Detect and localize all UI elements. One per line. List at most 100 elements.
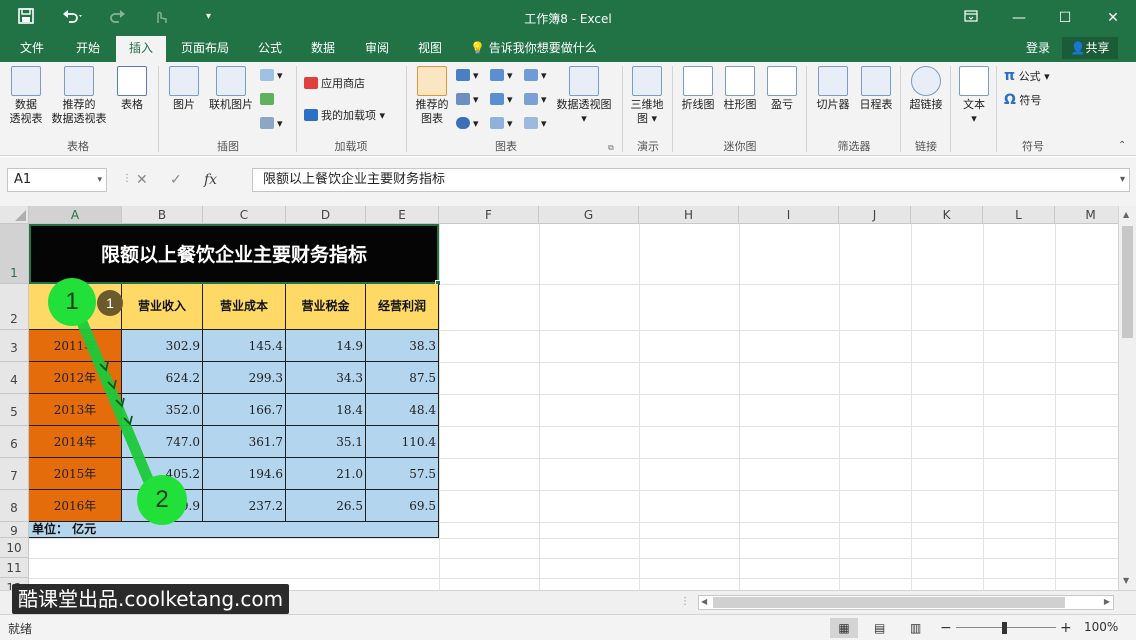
maximize-button[interactable]: ☐ xyxy=(1050,6,1080,30)
timeline-icon xyxy=(861,66,891,96)
store-label: 应用商店 xyxy=(321,77,365,90)
tab-file[interactable]: 文件 xyxy=(8,36,56,62)
vertical-scrollbar[interactable]: ▲ ▼ xyxy=(1118,206,1136,590)
scroll-right-icon[interactable]: ▶ xyxy=(1104,597,1110,606)
ribbon-insert: 数据 透视表 推荐的 数据透视表 表格 表格 图片 联机图片 ▾ ▾ 插图 应用… xyxy=(0,62,1136,156)
minimize-button[interactable]: — xyxy=(1004,6,1034,30)
pictures-label: 图片 xyxy=(173,98,195,111)
slicer-label: 切片器 xyxy=(816,98,850,111)
combo-chart-button[interactable]: ▾ xyxy=(524,92,547,108)
table-label: 表格 xyxy=(121,98,143,111)
slicer-icon xyxy=(818,66,848,96)
scroll-down-icon[interactable]: ▼ xyxy=(1123,576,1129,585)
online-picture-icon xyxy=(216,66,246,96)
screenshot-button[interactable]: ▾ xyxy=(260,116,283,132)
area-chart-button[interactable]: ▾ xyxy=(490,116,513,132)
chevron-down-icon[interactable]: ▾ xyxy=(97,169,102,191)
page-layout-view-icon[interactable]: ▤ xyxy=(874,618,885,638)
smartart-icon xyxy=(260,93,274,105)
watermark-label: 酷课堂出品.coolketang.com xyxy=(12,584,290,614)
zoom-level[interactable]: 100% xyxy=(1084,620,1118,634)
scroll-up-icon[interactable]: ▲ xyxy=(1123,210,1129,219)
horizontal-scroll-thumb[interactable] xyxy=(713,597,1065,608)
tab-home[interactable]: 开始 xyxy=(62,36,114,62)
online-pictures-button[interactable]: 联机图片 xyxy=(206,66,256,112)
pictures-button[interactable]: 图片 xyxy=(166,66,202,112)
recommended-pivot-label-2: 数据透视表 xyxy=(51,112,107,125)
statistic-chart-icon xyxy=(490,93,504,105)
status-bar: 就绪 ▦ ▤ ▥ − + 100% xyxy=(0,614,1136,640)
shapes-button[interactable]: ▾ xyxy=(260,68,283,84)
scroll-left-icon[interactable]: ◀ xyxy=(701,597,707,606)
text-button[interactable]: 文本 ▾ xyxy=(956,66,992,126)
smartart-button[interactable] xyxy=(260,92,277,108)
vertical-scroll-thumb[interactable] xyxy=(1122,226,1133,338)
pivot-table-button[interactable]: 数据 透视表 xyxy=(6,66,46,126)
group-links-label: 链接 xyxy=(915,140,937,153)
symbol-button[interactable]: Ω 符号 xyxy=(1004,92,1041,109)
name-box[interactable]: A1 ▾ xyxy=(7,168,107,192)
share-button[interactable]: 👤共享 xyxy=(1062,37,1118,59)
hyperlink-button[interactable]: 超链接 xyxy=(906,66,946,112)
enter-icon[interactable]: ✓ xyxy=(170,172,182,188)
worksheet-grid[interactable]: A B C D E F G H I J K L M 1 2 3 4 5 6 7 … xyxy=(0,206,1118,590)
line-chart-button[interactable]: ▾ xyxy=(456,92,479,108)
tab-formulas[interactable]: 公式 xyxy=(248,36,292,62)
column-chart-button[interactable]: ▾ xyxy=(456,68,479,84)
zoom-slider-thumb[interactable] xyxy=(1002,622,1007,634)
pivot-chart-button[interactable]: 数据透视图 ▾ xyxy=(552,66,616,126)
group-addins-label: 加载项 xyxy=(334,140,368,153)
tell-me-box[interactable]: 💡 告诉我你想要做什么 xyxy=(470,36,597,60)
lightbulb-icon: 💡 xyxy=(470,41,485,55)
waterfall-chart-button[interactable]: ▾ xyxy=(524,68,547,84)
slicer-button[interactable]: 切片器 xyxy=(812,66,854,112)
scatter-chart-button[interactable]: ▾ xyxy=(524,116,547,132)
pie-chart-button[interactable]: ▾ xyxy=(456,116,479,132)
recommended-pivot-button[interactable]: 推荐的 数据透视表 xyxy=(48,66,110,126)
horizontal-scrollbar[interactable]: ◀ ▶ xyxy=(698,595,1114,610)
3d-map-label-2: 图 xyxy=(636,112,648,125)
tab-review[interactable]: 审阅 xyxy=(354,36,400,62)
hierarchy-chart-button[interactable]: ▾ xyxy=(490,68,513,84)
tab-view[interactable]: 视图 xyxy=(408,36,452,62)
collapse-ribbon-icon[interactable]: ⌃ xyxy=(1118,138,1126,154)
charts-dialog-launcher-icon[interactable]: ⧉ xyxy=(608,140,614,156)
sheetbar-splitter-icon[interactable]: ⋮ xyxy=(680,596,690,607)
group-sparklines-label: 迷你图 xyxy=(723,140,757,153)
cancel-icon[interactable]: ✕ xyxy=(136,172,148,188)
tab-page-layout[interactable]: 页面布局 xyxy=(172,36,238,62)
formula-input[interactable]: 限额以上餐饮企业主要财务指标 ▾ xyxy=(252,168,1130,192)
page-break-view-icon[interactable]: ▥ xyxy=(910,618,921,638)
ribbon-display-icon[interactable] xyxy=(956,6,986,30)
close-button[interactable]: ✕ xyxy=(1098,6,1128,30)
statistic-chart-button[interactable]: ▾ xyxy=(490,92,513,108)
login-link[interactable]: 登录 xyxy=(1026,36,1050,60)
zoom-in-button[interactable]: + xyxy=(1060,618,1072,638)
zoom-out-button[interactable]: − xyxy=(940,618,952,638)
formula-bar-grip-icon: ⋮ xyxy=(122,173,132,184)
3d-map-button[interactable]: 三维地 图 ▾ xyxy=(628,66,666,126)
normal-view-icon[interactable]: ▦ xyxy=(830,618,858,638)
line-sparkline-button[interactable]: 折线图 xyxy=(678,66,718,112)
line-sparkline-icon xyxy=(683,66,713,96)
win-loss-sparkline-label: 盈亏 xyxy=(771,98,793,111)
recommended-charts-label-1: 推荐的 xyxy=(415,98,449,111)
column-sparkline-button[interactable]: 柱形图 xyxy=(720,66,760,112)
tab-insert[interactable]: 插入 xyxy=(116,36,166,62)
expand-formula-icon[interactable]: ▾ xyxy=(1120,169,1125,191)
win-loss-sparkline-button[interactable]: 盈亏 xyxy=(764,66,800,112)
insert-function-icon[interactable]: fx xyxy=(204,172,217,188)
table-button[interactable]: 表格 xyxy=(114,66,150,112)
timeline-button[interactable]: 日程表 xyxy=(856,66,896,112)
screenshot-icon xyxy=(260,117,274,129)
divider xyxy=(900,66,901,152)
store-button[interactable]: 应用商店 xyxy=(304,76,365,92)
person-icon: 👤 xyxy=(1070,41,1086,55)
group-tables-label: 表格 xyxy=(67,140,89,153)
equation-button[interactable]: π 公式 ▾ xyxy=(1004,68,1050,85)
recommended-charts-button[interactable]: 推荐的 图表 xyxy=(412,66,452,126)
online-pictures-label: 联机图片 xyxy=(209,98,253,111)
my-addins-button[interactable]: 我的加载项 ▾ xyxy=(304,108,385,124)
tab-data[interactable]: 数据 xyxy=(300,36,346,62)
drag-path-overlay xyxy=(68,297,161,502)
